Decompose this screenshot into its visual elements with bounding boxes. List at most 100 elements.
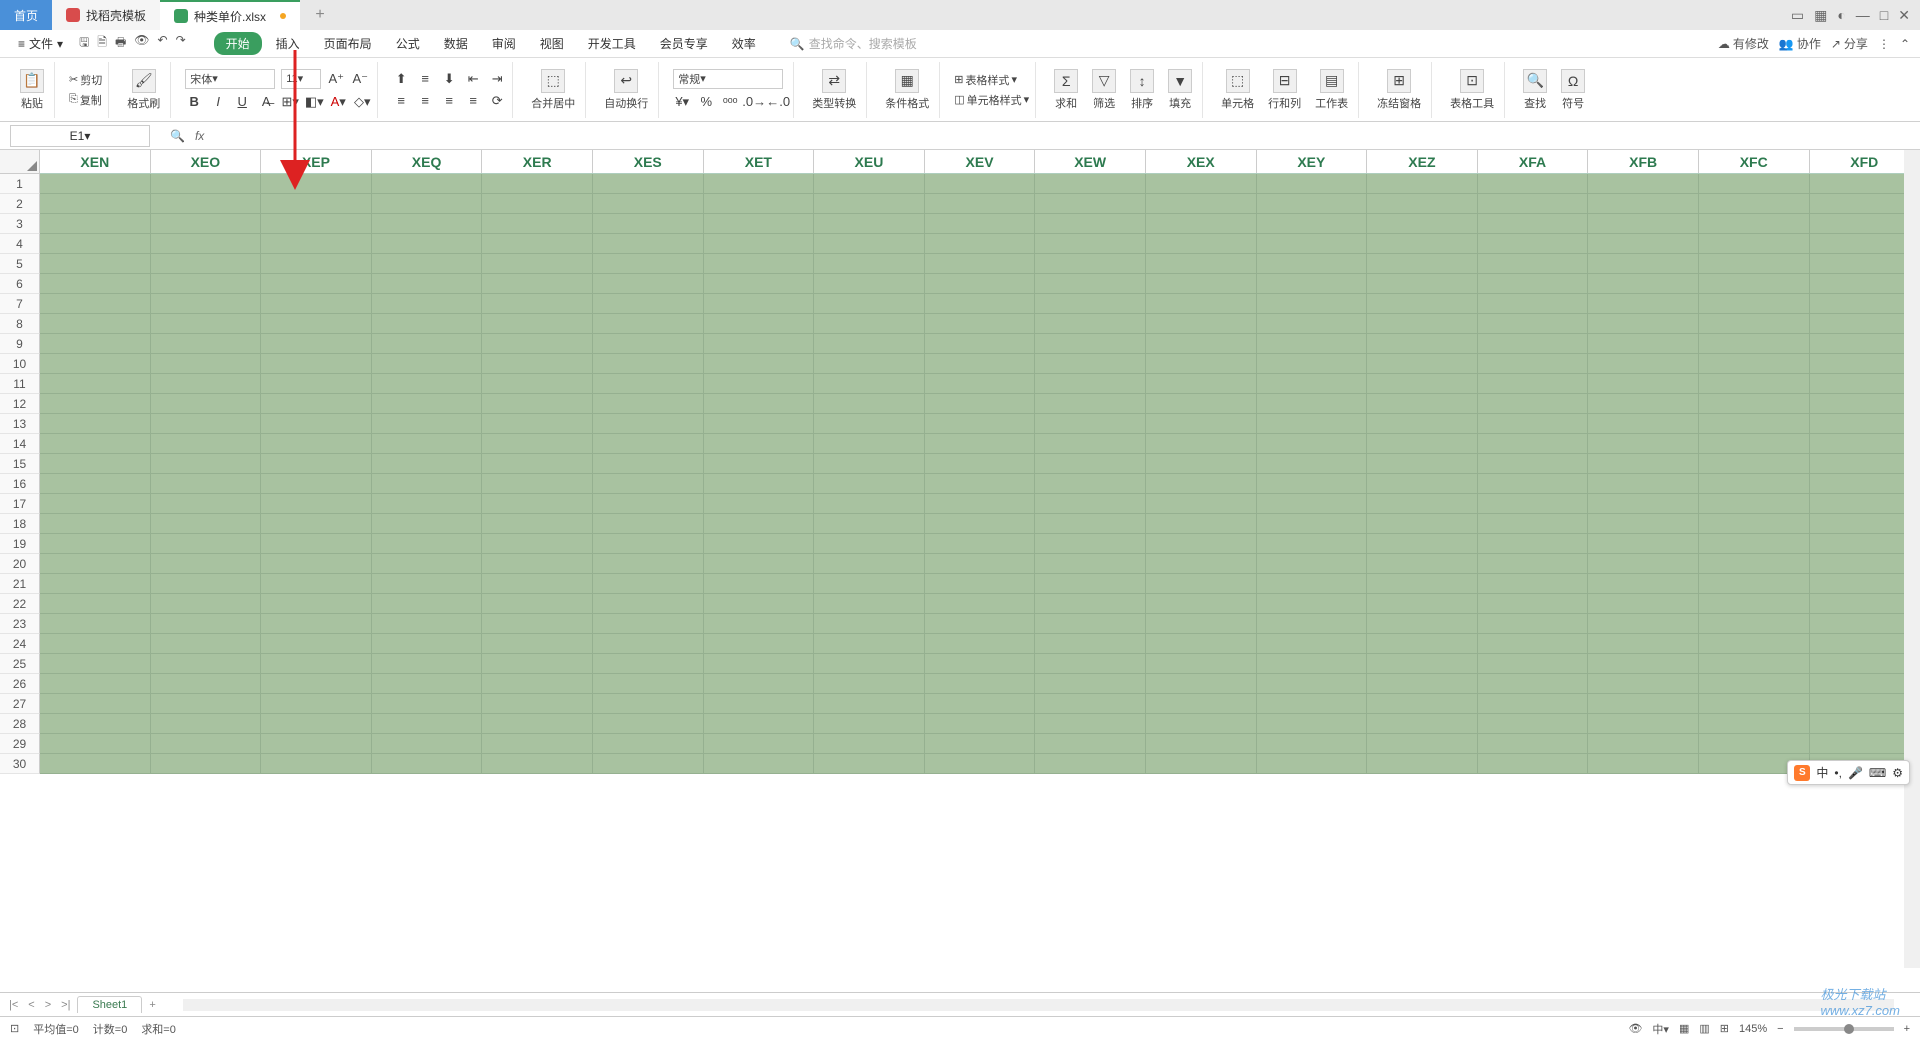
cell[interactable] — [1367, 474, 1478, 493]
sum-button[interactable]: Σ求和 — [1050, 69, 1082, 111]
cell[interactable] — [261, 214, 372, 233]
cell[interactable] — [372, 294, 483, 313]
cell[interactable] — [1257, 694, 1368, 713]
cell[interactable] — [1699, 594, 1810, 613]
italic-button[interactable]: I — [209, 93, 227, 111]
cell[interactable] — [1478, 374, 1589, 393]
cell[interactable] — [925, 614, 1036, 633]
cell[interactable] — [704, 374, 815, 393]
cell[interactable] — [704, 174, 815, 193]
cell[interactable] — [1699, 554, 1810, 573]
cell[interactable] — [814, 254, 925, 273]
cell[interactable] — [482, 754, 593, 773]
save-icon[interactable]: 🖫 — [79, 33, 89, 54]
cell[interactable] — [482, 434, 593, 453]
close-button[interactable]: ✕ — [1898, 7, 1910, 24]
cell[interactable] — [1367, 394, 1478, 413]
view-break-icon[interactable]: ⊞ — [1720, 1022, 1729, 1035]
cell[interactable] — [704, 194, 815, 213]
cell[interactable] — [704, 734, 815, 753]
cell[interactable] — [1367, 434, 1478, 453]
cell[interactable] — [482, 634, 593, 653]
name-box[interactable]: E1 ▾ — [10, 125, 150, 147]
cell[interactable] — [482, 654, 593, 673]
cell[interactable] — [1588, 174, 1699, 193]
cell[interactable] — [925, 234, 1036, 253]
cell[interactable] — [1146, 374, 1257, 393]
cell[interactable] — [1257, 594, 1368, 613]
cell[interactable] — [814, 754, 925, 773]
cell[interactable] — [704, 434, 815, 453]
cell[interactable] — [1035, 394, 1146, 413]
cell[interactable] — [1146, 214, 1257, 233]
cell[interactable] — [925, 454, 1036, 473]
row-header[interactable]: 13 — [0, 414, 40, 434]
cell[interactable] — [593, 194, 704, 213]
cell[interactable] — [1367, 454, 1478, 473]
cell[interactable] — [1699, 174, 1810, 193]
align-right-icon[interactable]: ≡ — [440, 92, 458, 110]
sheet-add-icon[interactable]: + — [146, 999, 158, 1011]
view-normal-icon[interactable]: ▦ — [1679, 1022, 1689, 1035]
cell[interactable] — [593, 654, 704, 673]
cell[interactable] — [593, 494, 704, 513]
cell[interactable] — [925, 414, 1036, 433]
cell[interactable] — [925, 394, 1036, 413]
cell[interactable] — [1588, 354, 1699, 373]
cell[interactable] — [372, 594, 483, 613]
cell[interactable] — [40, 494, 151, 513]
cell[interactable] — [814, 414, 925, 433]
cell[interactable] — [1367, 214, 1478, 233]
cell[interactable] — [1035, 594, 1146, 613]
cell[interactable] — [372, 314, 483, 333]
cell[interactable] — [482, 474, 593, 493]
cell[interactable] — [151, 654, 262, 673]
cell[interactable] — [1699, 334, 1810, 353]
column-header[interactable]: XEZ — [1367, 150, 1478, 173]
cell[interactable] — [593, 714, 704, 733]
cell[interactable] — [40, 394, 151, 413]
cell[interactable] — [814, 514, 925, 533]
cell[interactable] — [1478, 394, 1589, 413]
cell[interactable] — [1478, 654, 1589, 673]
cell[interactable] — [1367, 234, 1478, 253]
cell[interactable] — [1699, 574, 1810, 593]
cell[interactable] — [261, 354, 372, 373]
cell[interactable] — [1699, 534, 1810, 553]
row-header[interactable]: 7 — [0, 294, 40, 314]
cell[interactable] — [151, 554, 262, 573]
cell[interactable] — [1367, 254, 1478, 273]
lang-icon[interactable]: 中▾ — [1652, 1021, 1669, 1037]
cell[interactable] — [593, 674, 704, 693]
cell[interactable] — [1367, 354, 1478, 373]
cell[interactable] — [1035, 354, 1146, 373]
row-header[interactable]: 24 — [0, 634, 40, 654]
cell[interactable] — [261, 674, 372, 693]
paste-button[interactable]: 📋粘贴 — [16, 69, 48, 111]
cell[interactable] — [482, 174, 593, 193]
cell[interactable] — [261, 194, 372, 213]
cell[interactable] — [1146, 654, 1257, 673]
cell[interactable] — [151, 574, 262, 593]
cell[interactable] — [1367, 554, 1478, 573]
cell[interactable] — [482, 574, 593, 593]
cell[interactable] — [925, 474, 1036, 493]
cell[interactable] — [1146, 754, 1257, 773]
cell[interactable] — [1035, 654, 1146, 673]
cell[interactable] — [482, 394, 593, 413]
row-header[interactable]: 26 — [0, 674, 40, 694]
cell[interactable] — [814, 594, 925, 613]
ribbon-tab-start[interactable]: 开始 — [214, 32, 262, 55]
cell[interactable] — [372, 514, 483, 533]
cell[interactable] — [261, 594, 372, 613]
cell[interactable] — [925, 294, 1036, 313]
column-header[interactable]: XEX — [1146, 150, 1257, 173]
cell[interactable] — [1478, 214, 1589, 233]
cell[interactable] — [372, 654, 483, 673]
cell[interactable] — [1699, 234, 1810, 253]
freeze-panes-button[interactable]: ⊞冻结窗格 — [1373, 69, 1425, 111]
cell[interactable] — [1146, 254, 1257, 273]
row-header[interactable]: 3 — [0, 214, 40, 234]
cell[interactable] — [1367, 294, 1478, 313]
cell[interactable] — [151, 614, 262, 633]
